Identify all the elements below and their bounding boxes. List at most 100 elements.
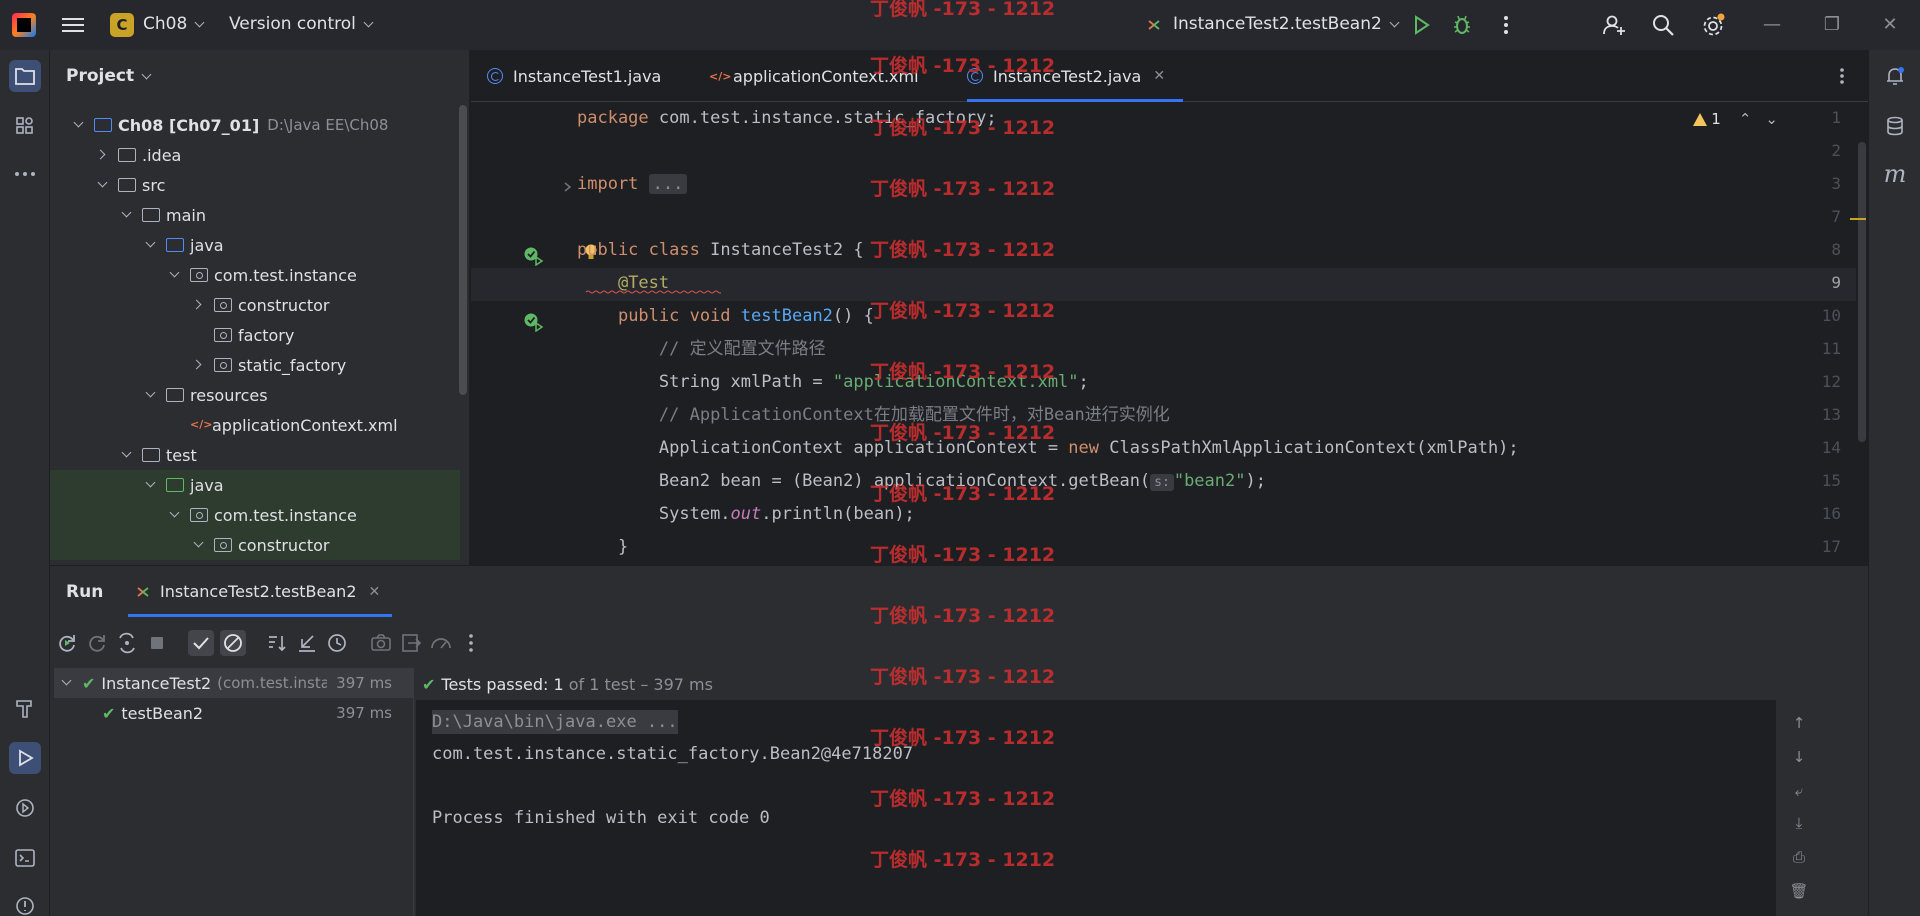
project-panel-title: Project <box>66 66 135 86</box>
tree-item[interactable]: resources <box>50 380 460 410</box>
more-actions-icon[interactable] <box>1493 12 1519 38</box>
tree-item[interactable]: static_factory <box>50 350 460 380</box>
run-test-class-gutter-icon[interactable] <box>523 246 545 266</box>
scroll-down-icon[interactable]: ↓ <box>1788 748 1810 770</box>
coverage-icon[interactable] <box>428 630 454 656</box>
project-badge[interactable]: C <box>110 13 134 37</box>
export-icon[interactable] <box>398 630 424 656</box>
code-with-me-icon[interactable] <box>1601 12 1627 38</box>
chevron-down-icon[interactable] <box>62 678 72 688</box>
tree-item[interactable]: constructor <box>50 530 460 560</box>
chevron-down-icon[interactable] <box>146 390 156 400</box>
run-test-method-gutter-icon[interactable] <box>523 312 545 332</box>
main-menu-button[interactable] <box>60 14 86 36</box>
ellipsis-icon <box>15 172 35 176</box>
stop-icon[interactable] <box>144 630 170 656</box>
run-icon[interactable] <box>1408 12 1434 38</box>
terminal-tool-button[interactable] <box>9 842 41 874</box>
settings-gear-icon[interactable] <box>1700 12 1726 38</box>
tab-instancetest2[interactable]: InstanceTest2.java ✕ <box>967 50 1184 102</box>
build-tool-button[interactable] <box>9 692 41 724</box>
tree-item[interactable]: test <box>50 440 460 470</box>
chevron-down-icon[interactable] <box>194 540 204 550</box>
test-method-row[interactable]: ✔ testBean2 397 ms <box>54 698 414 728</box>
tree-item[interactable]: constructor <box>50 290 460 320</box>
folder-icon <box>118 148 136 162</box>
soft-wrap-icon[interactable]: ⤶ <box>1788 782 1810 804</box>
intellij-logo-icon[interactable] <box>12 13 36 37</box>
more-tools-button[interactable] <box>9 158 41 190</box>
version-control-menu[interactable]: Version control <box>229 14 374 34</box>
services-tool-button[interactable] <box>9 792 41 824</box>
tree-item[interactable]: main <box>50 200 460 230</box>
tree-item[interactable]: .idea <box>50 140 460 170</box>
chevron-down-icon[interactable] <box>170 270 180 280</box>
tree-item[interactable]: factory <box>50 320 460 350</box>
test-history-icon[interactable] <box>324 630 350 656</box>
rerun-failed-icon[interactable] <box>84 630 110 656</box>
debug-icon[interactable] <box>1449 12 1475 38</box>
search-icon[interactable] <box>1650 12 1676 38</box>
run-tool-button[interactable] <box>9 742 41 774</box>
tree-item-path: D:\Java EE\Ch08 <box>267 116 389 134</box>
close-tab-icon[interactable]: ✕ <box>1153 68 1165 84</box>
tab-applicationcontext-xml[interactable]: </> applicationContext.xml <box>709 50 919 102</box>
run-configuration-selector[interactable]: InstanceTest2.testBean2 <box>1173 14 1400 34</box>
rerun-icon[interactable] <box>54 630 80 656</box>
chevron-down-icon[interactable] <box>146 480 156 490</box>
chevron-right-icon[interactable] <box>194 300 204 310</box>
print-icon[interactable]: ⎙ <box>1788 848 1810 870</box>
tree-item[interactable]: Ch08 [Ch07_01] D:\Java EE\Ch08 <box>50 110 460 140</box>
chevron-down-icon[interactable] <box>74 120 84 130</box>
run-tab[interactable]: InstanceTest2.testBean2 ✕ <box>134 582 380 601</box>
close-run-tab-icon[interactable]: ✕ <box>369 584 381 600</box>
import-tests-icon[interactable] <box>294 630 320 656</box>
console-output[interactable]: ✔ Tests passed: 1 of 1 test – 397 ms D:\… <box>416 668 1822 916</box>
project-panel-header[interactable]: Project <box>66 66 152 86</box>
show-ignored-icon[interactable] <box>220 630 246 656</box>
tab-instancetest1[interactable]: InstanceTest1.java <box>487 50 661 102</box>
scroll-to-end-icon[interactable]: ⤓ <box>1788 814 1810 836</box>
clear-console-icon[interactable]: 🗑 <box>1788 882 1810 904</box>
scroll-up-icon[interactable]: ↑ <box>1788 714 1810 736</box>
chevron-down-icon[interactable] <box>170 510 180 520</box>
tabs-more-icon[interactable] <box>1832 64 1852 88</box>
toggle-auto-test-icon[interactable] <box>114 630 140 656</box>
chevron-down-icon[interactable] <box>98 180 108 190</box>
chevron-down-icon[interactable] <box>146 240 156 250</box>
chevron-right-icon[interactable] <box>194 360 204 370</box>
tree-item[interactable]: </> applicationContext.xml <box>50 410 460 440</box>
sort-icon[interactable] <box>264 630 290 656</box>
restore-window-icon[interactable]: ❐ <box>1820 14 1844 38</box>
project-tool-button[interactable] <box>9 60 41 92</box>
warning-stripe-marker[interactable] <box>1850 218 1866 220</box>
tree-item[interactable]: com.test.instance <box>50 260 460 290</box>
structure-tool-button[interactable] <box>9 110 41 142</box>
folded-imports[interactable]: ... <box>648 174 688 194</box>
camera-icon[interactable] <box>368 630 394 656</box>
test-class-row[interactable]: ✔ InstanceTest2 (com.test.insta 397 ms <box>54 668 414 698</box>
maven-tool-button[interactable]: m <box>1879 158 1911 190</box>
problems-tool-button[interactable] <box>9 890 41 916</box>
chevron-right-icon[interactable] <box>98 150 108 160</box>
editor-scrollbar[interactable] <box>1858 142 1866 442</box>
chevron-down-icon[interactable] <box>122 210 132 220</box>
tree-item[interactable]: src <box>50 170 460 200</box>
show-passed-icon[interactable] <box>188 630 214 656</box>
database-tool-button[interactable] <box>1879 110 1911 142</box>
package-icon <box>190 508 208 522</box>
fold-expand-icon[interactable] <box>563 181 573 193</box>
tree-item[interactable]: com.test.instance <box>50 500 460 530</box>
more-options-icon[interactable] <box>458 630 484 656</box>
project-selector[interactable]: Ch08 <box>143 14 205 34</box>
notifications-button[interactable] <box>1879 60 1911 92</box>
console-command[interactable]: D:\Java\bin\java.exe ... <box>432 710 678 734</box>
console-line: Process finished with exit code 0 <box>432 808 770 828</box>
code-area[interactable]: 1 2 3 7 8 9 10 11 12 13 14 15 16 17 pack… <box>471 102 1861 565</box>
tree-item[interactable]: java <box>50 230 460 260</box>
minimize-window-icon[interactable]: — <box>1760 14 1784 38</box>
chevron-down-icon[interactable] <box>122 450 132 460</box>
project-scrollbar[interactable] <box>459 105 467 395</box>
close-window-icon[interactable]: ✕ <box>1878 14 1902 38</box>
tree-item[interactable]: java <box>50 470 460 500</box>
